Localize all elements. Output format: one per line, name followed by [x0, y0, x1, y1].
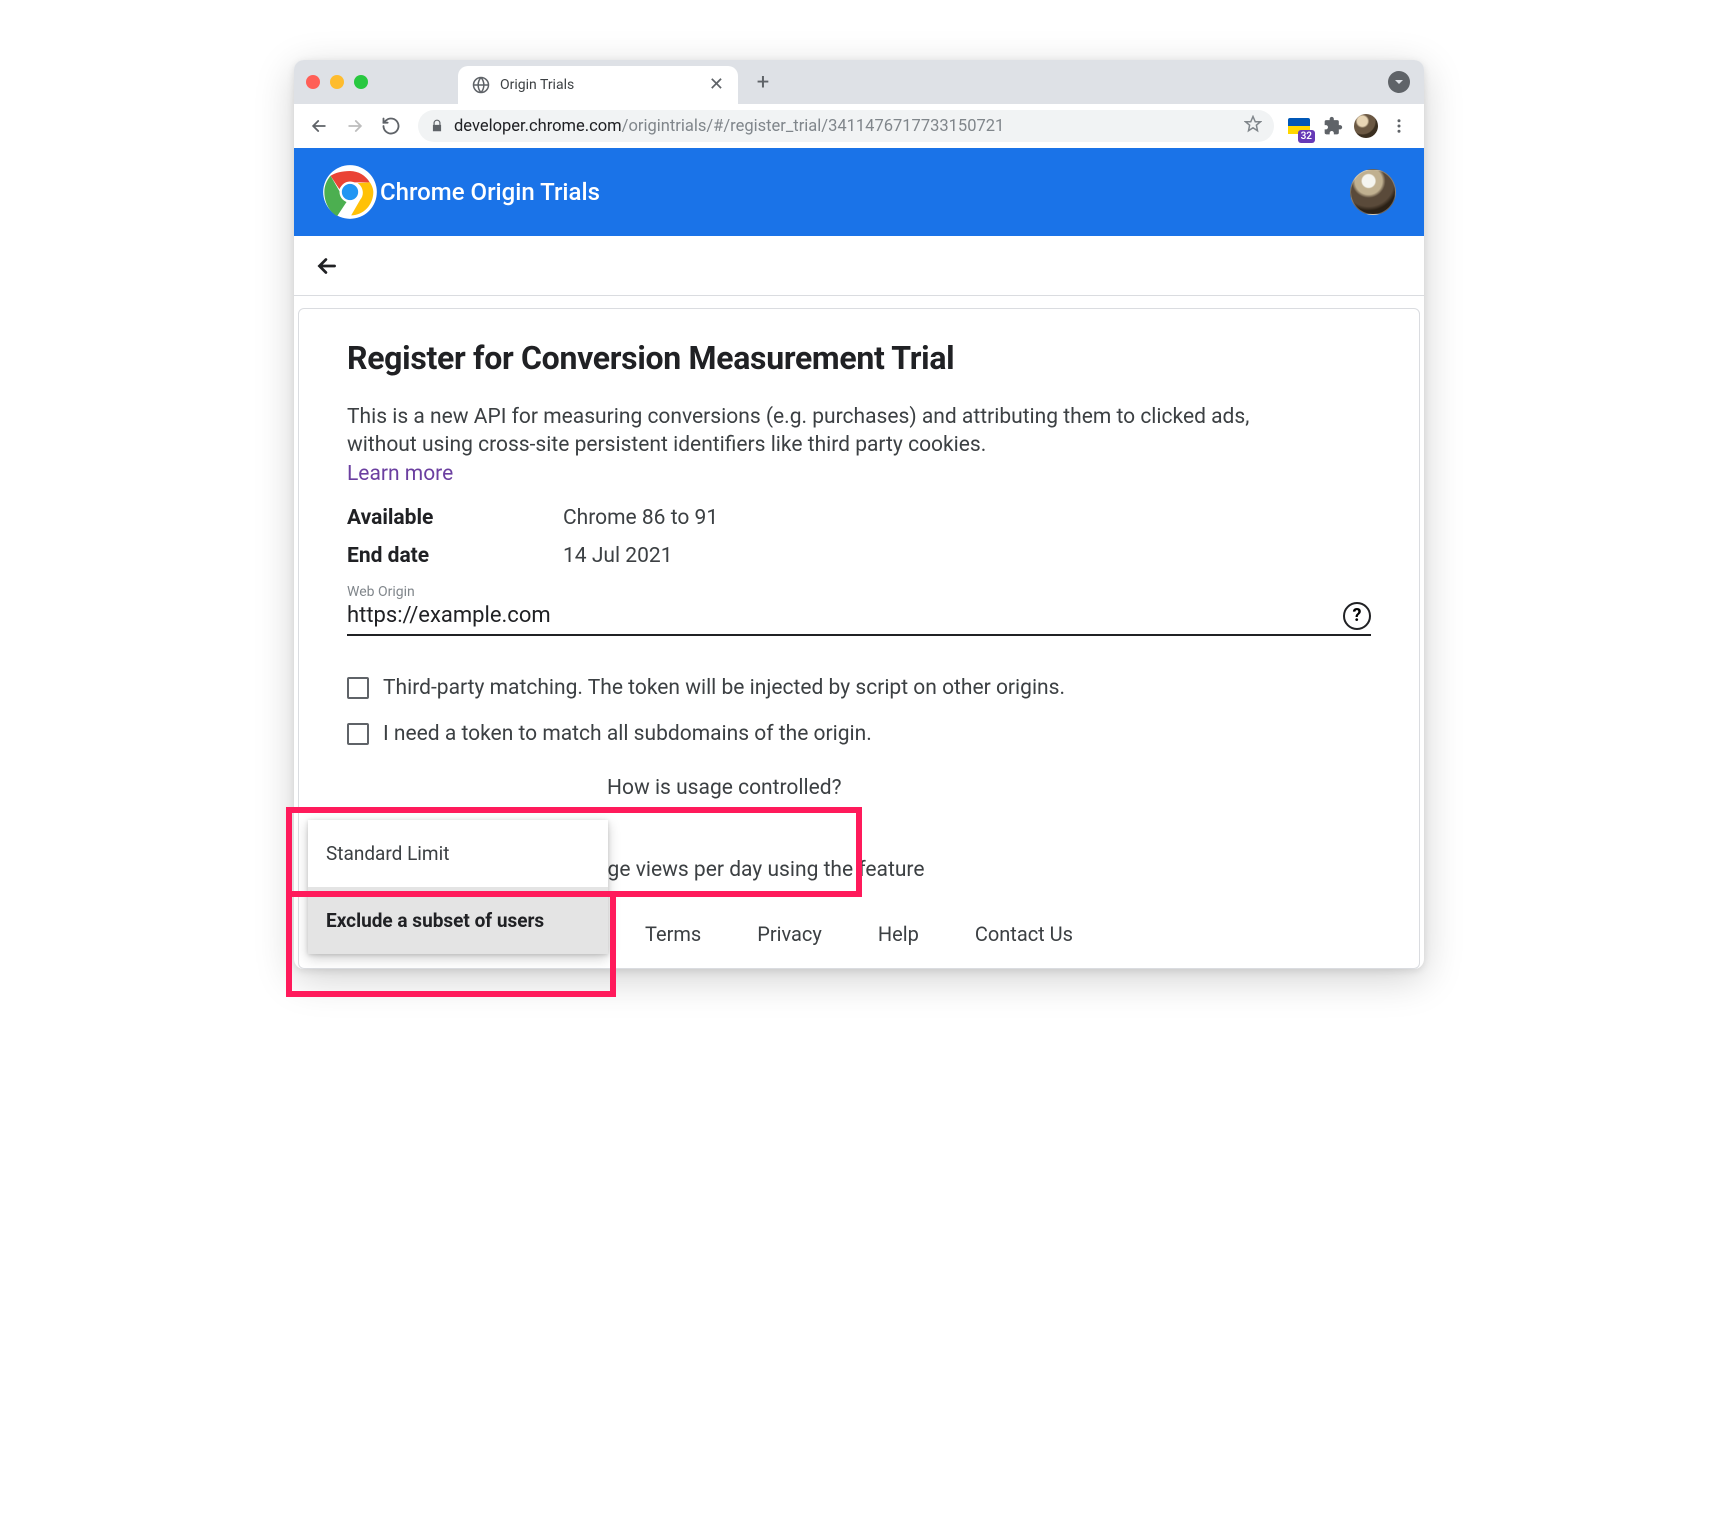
info-table: Available Chrome 86 to 91 End date 14 Ju… — [347, 506, 1371, 568]
address-bar[interactable]: developer.chrome.com/origintrials/#/regi… — [418, 110, 1274, 142]
arrow-right-icon — [345, 116, 365, 136]
expected-usage-suffix: Page views per day using the feature — [583, 858, 924, 882]
dropdown-option-standard[interactable]: Standard Limit — [308, 820, 608, 887]
learn-more-link[interactable]: Learn more — [347, 462, 453, 486]
bookmark-button[interactable] — [1244, 115, 1262, 137]
url-host: developer.chrome.com — [454, 117, 622, 136]
extensions-menu-button[interactable] — [1318, 111, 1348, 141]
footer-help[interactable]: Help — [878, 922, 919, 946]
tab-strip: Origin Trials ✕ + — [294, 60, 1424, 104]
page-heading: Register for Conversion Measurement Tria… — [347, 339, 1371, 377]
usage-restriction-dropdown[interactable]: Standard Limit Exclude a subset of users — [308, 820, 608, 954]
usage-restriction-row: How is usage controlled? — [347, 776, 1371, 800]
page-description: This is a new API for measuring conversi… — [347, 403, 1307, 460]
new-tab-button[interactable]: + — [748, 67, 778, 97]
window-controls — [306, 75, 368, 89]
available-value: Chrome 86 to 91 — [563, 506, 718, 530]
profile-avatar[interactable] — [1354, 114, 1378, 138]
close-tab-button[interactable]: ✕ — [709, 76, 724, 94]
browser-toolbar: developer.chrome.com/origintrials/#/regi… — [294, 104, 1424, 148]
app-title: Chrome Origin Trials — [380, 178, 600, 206]
end-date-label: End date — [347, 544, 563, 568]
usage-question-text: How is usage controlled? — [607, 776, 842, 800]
browser-window: Origin Trials ✕ + developer.chrome.com/o… — [294, 60, 1424, 969]
third-party-row: Third-party matching. The token will be … — [347, 676, 1371, 700]
arrow-left-icon — [309, 116, 329, 136]
subdomains-row: I need a token to match all subdomains o… — [347, 722, 1371, 746]
url-path: /origintrials/#/register_trial/341147671… — [622, 117, 1005, 136]
user-avatar[interactable] — [1350, 169, 1396, 215]
web-origin-field: Web Origin ? — [347, 584, 1371, 636]
footer-terms[interactable]: Terms — [645, 922, 701, 946]
chevron-down-icon — [1394, 77, 1404, 87]
back-row — [294, 236, 1424, 296]
reload-button[interactable] — [376, 111, 406, 141]
minimize-window-button[interactable] — [330, 75, 344, 89]
star-icon — [1244, 115, 1262, 133]
footer-contact[interactable]: Contact Us — [975, 922, 1073, 946]
dropdown-option-exclude[interactable]: Exclude a subset of users — [308, 887, 608, 954]
available-row: Available Chrome 86 to 91 — [347, 506, 1371, 530]
forward-button[interactable] — [340, 111, 370, 141]
footer-privacy[interactable]: Privacy — [757, 922, 822, 946]
third-party-checkbox[interactable] — [347, 677, 369, 699]
globe-icon — [472, 76, 490, 94]
help-icon[interactable]: ? — [1343, 602, 1371, 630]
chrome-logo-icon — [322, 164, 378, 220]
close-window-button[interactable] — [306, 75, 320, 89]
subdomains-label: I need a token to match all subdomains o… — [383, 722, 872, 746]
browser-tab[interactable]: Origin Trials ✕ — [458, 66, 738, 104]
subdomains-checkbox[interactable] — [347, 723, 369, 745]
checkbox-group: Third-party matching. The token will be … — [347, 676, 1371, 746]
url-text: developer.chrome.com/origintrials/#/regi… — [454, 117, 1004, 136]
end-date-value: 14 Jul 2021 — [563, 544, 673, 568]
extension-badge: 32 — [1298, 130, 1315, 143]
maximize-window-button[interactable] — [354, 75, 368, 89]
app-header: Chrome Origin Trials — [294, 148, 1424, 236]
page-back-button[interactable] — [314, 253, 340, 279]
puzzle-icon — [1323, 116, 1343, 136]
reload-icon — [381, 116, 401, 136]
available-label: Available — [347, 506, 563, 530]
tab-search-button[interactable] — [1388, 71, 1410, 93]
tab-title: Origin Trials — [500, 77, 699, 93]
lock-icon — [430, 119, 444, 133]
back-button[interactable] — [304, 111, 334, 141]
chrome-menu-button[interactable] — [1384, 111, 1414, 141]
end-date-row: End date 14 Jul 2021 — [347, 544, 1371, 568]
vertical-dots-icon — [1390, 117, 1408, 135]
extension-button[interactable]: 32 — [1286, 113, 1312, 139]
third-party-label: Third-party matching. The token will be … — [383, 676, 1065, 700]
web-origin-input[interactable] — [347, 603, 1331, 628]
web-origin-label: Web Origin — [347, 584, 1371, 600]
